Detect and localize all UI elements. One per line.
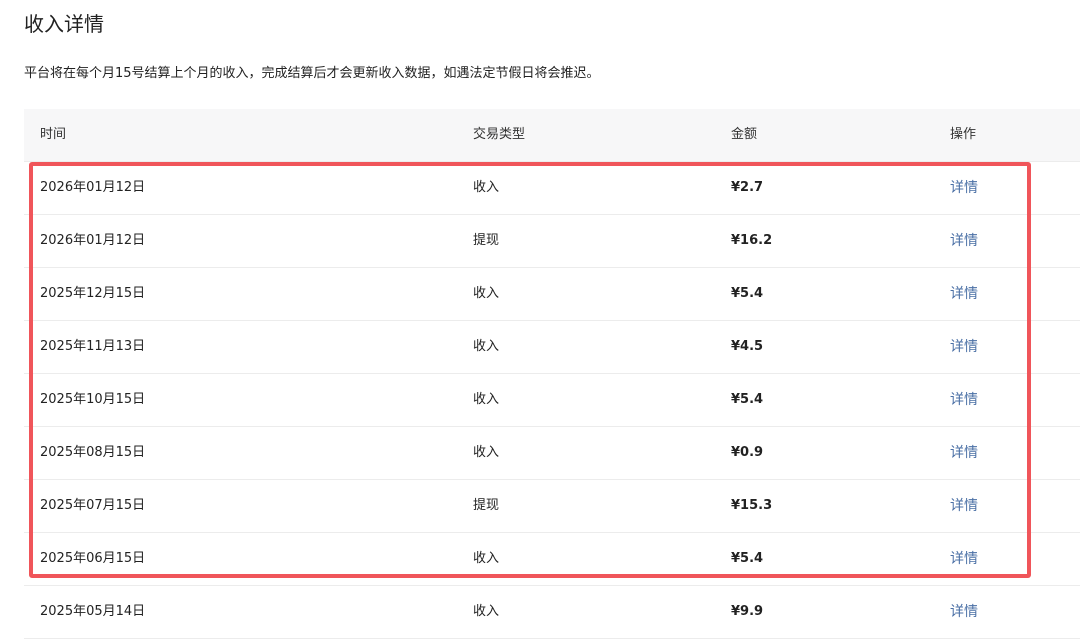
row-detail-link[interactable]: 详情 [950,586,978,638]
row-time: 2025年06月15日 [40,551,146,566]
row-detail-link[interactable]: 详情 [950,533,978,585]
column-header-action: 操作 [950,127,977,142]
row-time: 2025年07月15日 [40,498,146,513]
row-detail-link[interactable]: 详情 [950,215,978,267]
row-detail-link[interactable]: 详情 [950,268,978,320]
table-row: 2025年11月13日 收入 ¥4.5 详情 [24,321,1080,374]
row-time: 2025年12月15日 [40,286,146,301]
row-detail-link[interactable]: 详情 [950,162,978,214]
table-row: 2025年07月15日 提现 ¥15.3 详情 [24,480,1080,533]
table-row: 2026年01月12日 收入 ¥2.7 详情 [24,162,1080,215]
page-title: 收入详情 [24,12,104,36]
column-header-type: 交易类型 [473,127,526,142]
row-time: 2026年01月12日 [40,233,146,248]
row-type: 收入 [473,445,500,460]
row-amount: ¥5.4 [731,286,764,301]
row-time: 2025年05月14日 [40,604,146,619]
row-detail-link[interactable]: 详情 [950,321,978,373]
table-row: 2025年12月15日 收入 ¥5.4 详情 [24,268,1080,321]
row-detail-link[interactable]: 详情 [950,427,978,479]
row-time: 2025年11月13日 [40,339,146,354]
row-type: 提现 [473,498,500,513]
row-amount: ¥0.9 [731,445,764,460]
table-row: 2025年10月15日 收入 ¥5.4 详情 [24,374,1080,427]
row-time: 2026年01月12日 [40,180,146,195]
row-amount: ¥9.9 [731,604,764,619]
settlement-notice: 平台将在每个月15号结算上个月的收入，完成结算后才会更新收入数据，如遇法定节假日… [24,66,600,81]
table-row: 2025年06月15日 收入 ¥5.4 详情 [24,533,1080,586]
row-time: 2025年10月15日 [40,392,146,407]
row-time: 2025年08月15日 [40,445,146,460]
row-amount: ¥15.3 [731,498,773,513]
row-detail-link[interactable]: 详情 [950,374,978,426]
column-header-time: 时间 [40,127,67,142]
table-row: 2025年05月14日 收入 ¥9.9 详情 [24,586,1080,639]
row-amount: ¥16.2 [731,233,773,248]
table-row: 2026年01月12日 提现 ¥16.2 详情 [24,215,1080,268]
row-type: 收入 [473,339,500,354]
row-amount: ¥4.5 [731,339,764,354]
income-table: 时间 交易类型 金额 操作 2026年01月12日 收入 ¥2.7 详情 202… [24,109,1080,639]
row-type: 收入 [473,551,500,566]
row-amount: ¥2.7 [731,180,764,195]
table-header: 时间 交易类型 金额 操作 [24,109,1080,162]
row-detail-link[interactable]: 详情 [950,480,978,532]
table-row: 2025年08月15日 收入 ¥0.9 详情 [24,427,1080,480]
row-type: 收入 [473,180,500,195]
row-amount: ¥5.4 [731,392,764,407]
row-type: 收入 [473,604,500,619]
column-header-amount: 金额 [731,127,758,142]
row-type: 收入 [473,392,500,407]
row-type: 提现 [473,233,500,248]
row-type: 收入 [473,286,500,301]
row-amount: ¥5.4 [731,551,764,566]
